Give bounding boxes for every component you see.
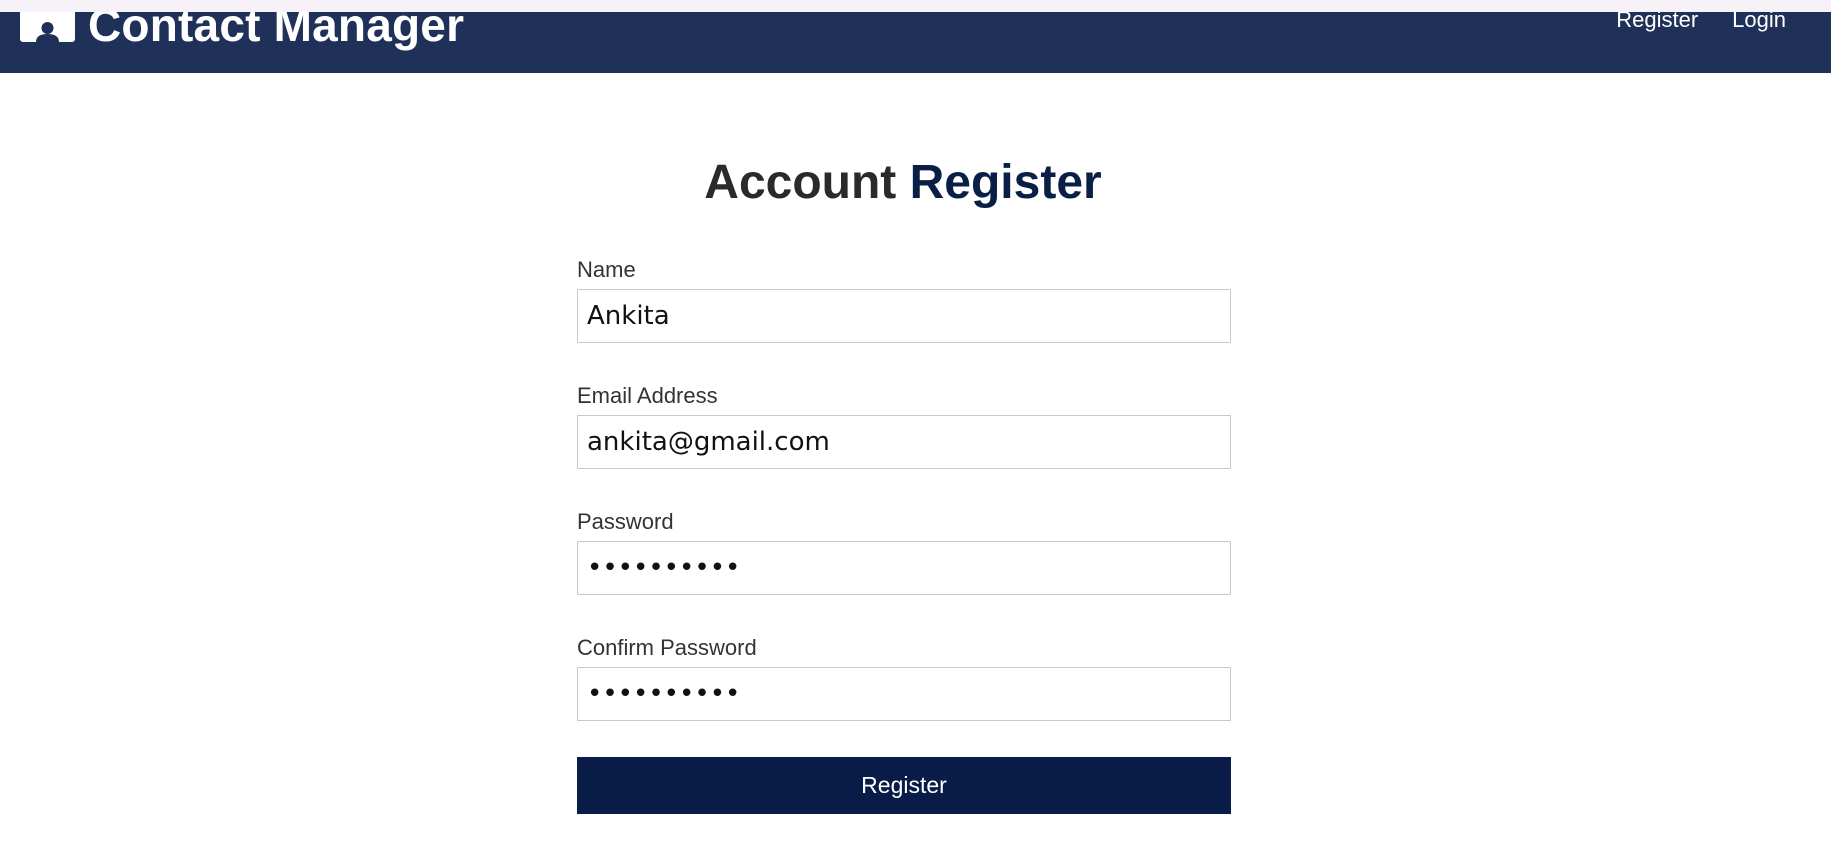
password-input[interactable] <box>577 541 1231 595</box>
password-label: Password <box>577 509 674 534</box>
page-title: Account Register <box>0 155 1806 211</box>
nav-links: Register Login <box>1616 12 1786 33</box>
confirm-password-input[interactable] <box>577 667 1231 721</box>
password-field-group: Password <box>577 505 1231 631</box>
brand-title: Contact Manager <box>88 12 465 51</box>
nav-login-link[interactable]: Login <box>1732 12 1786 33</box>
name-field-group: Name <box>577 253 1231 379</box>
confirm-password-label: Confirm Password <box>577 635 757 660</box>
name-input[interactable] <box>577 289 1231 343</box>
name-label: Name <box>577 257 636 282</box>
register-button[interactable]: Register <box>577 757 1231 814</box>
page-title-part1: Account <box>704 156 897 209</box>
confirm-password-field-group: Confirm Password <box>577 631 1231 757</box>
brand[interactable]: Contact Manager <box>20 12 464 50</box>
email-label: Email Address <box>577 383 718 408</box>
page-title-part2: Register <box>909 156 1102 209</box>
user-icon <box>20 12 75 42</box>
register-form: Name Email Address Password Confirm Pass… <box>577 253 1231 814</box>
top-navbar: Contact Manager Register Login <box>0 12 1831 73</box>
nav-register-link[interactable]: Register <box>1616 12 1698 33</box>
email-field-group: Email Address <box>577 379 1231 505</box>
email-input[interactable] <box>577 415 1231 469</box>
